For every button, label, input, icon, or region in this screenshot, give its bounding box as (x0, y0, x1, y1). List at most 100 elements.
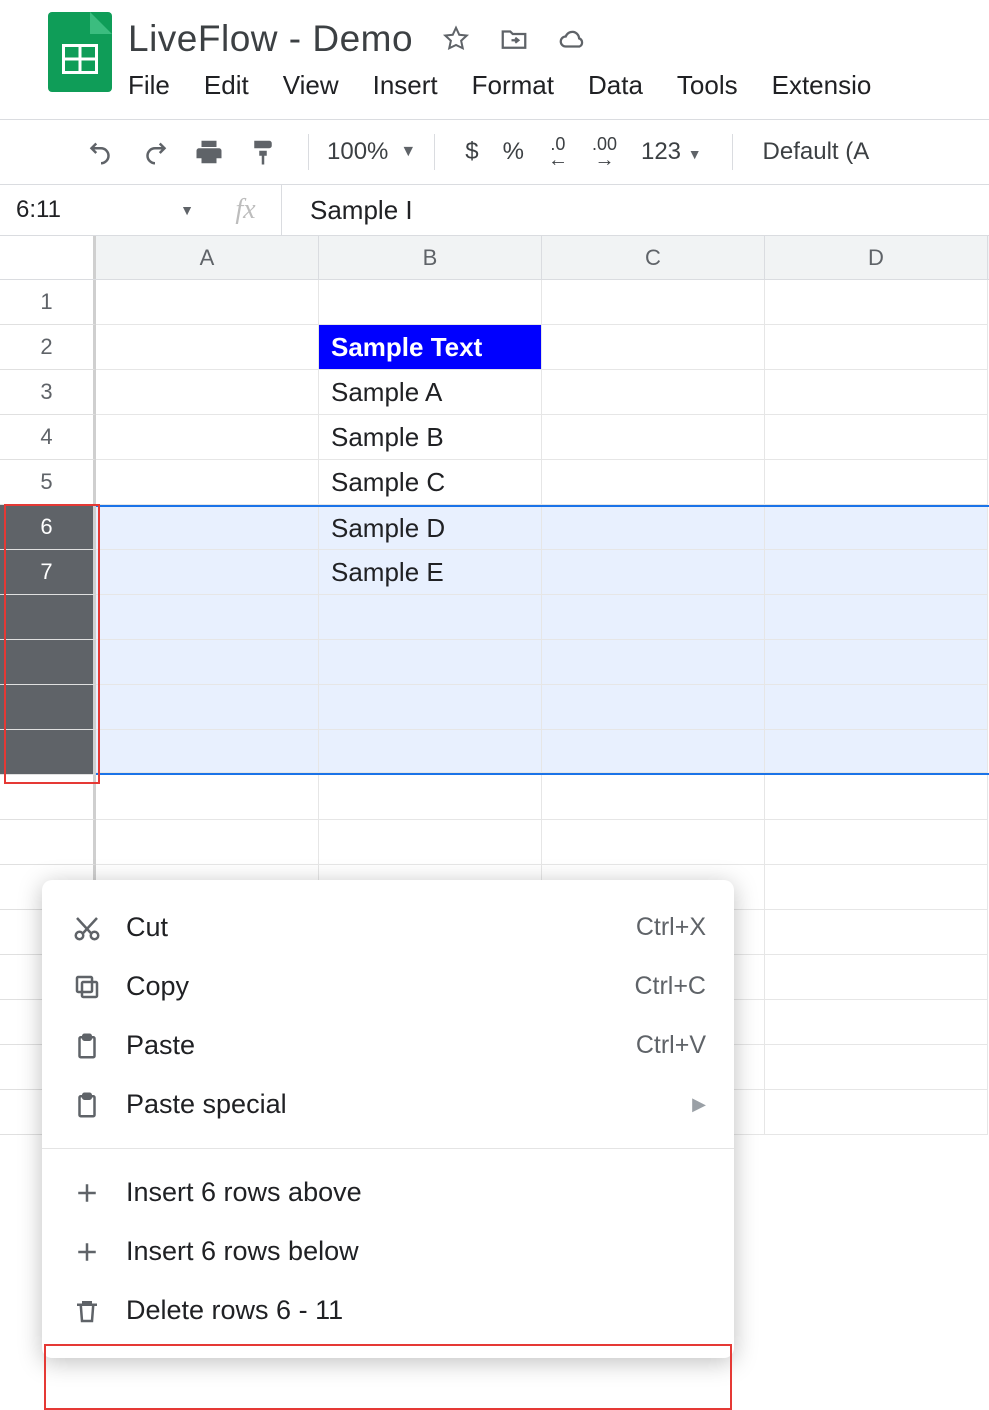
cell[interactable] (765, 1045, 988, 1090)
cell[interactable] (542, 415, 765, 460)
cell[interactable] (542, 280, 765, 325)
cell[interactable] (765, 1090, 988, 1135)
row-header[interactable]: 6 (0, 505, 96, 550)
cell[interactable] (765, 507, 988, 550)
cell[interactable] (765, 865, 988, 910)
cell[interactable] (765, 550, 988, 595)
row-header[interactable] (0, 685, 96, 730)
cell[interactable]: Sample D (319, 507, 542, 550)
context-menu-insert-below[interactable]: Insert 6 rows below (42, 1222, 734, 1281)
cell[interactable] (96, 460, 319, 505)
cell[interactable] (765, 730, 988, 773)
menu-edit[interactable]: Edit (204, 70, 249, 101)
cell[interactable] (319, 640, 542, 685)
cell[interactable]: Sample A (319, 370, 542, 415)
print-button[interactable] (182, 137, 236, 167)
cell[interactable] (542, 325, 765, 370)
row-header[interactable]: 5 (0, 460, 96, 505)
cell[interactable] (765, 910, 988, 955)
context-menu-insert-above[interactable]: Insert 6 rows above (42, 1163, 734, 1222)
cell[interactable] (765, 640, 988, 685)
cell[interactable] (542, 460, 765, 505)
cell[interactable] (319, 775, 542, 820)
column-header-a[interactable]: A (96, 236, 319, 279)
column-header-d[interactable]: D (765, 236, 988, 279)
cell[interactable] (542, 820, 765, 865)
cell[interactable] (96, 640, 319, 685)
name-box[interactable]: 6:11▼ (0, 196, 210, 224)
increase-decimal-button[interactable]: .00→ (580, 137, 629, 167)
cell[interactable] (765, 775, 988, 820)
row-header[interactable]: 1 (0, 280, 96, 325)
context-menu-copy[interactable]: Copy Ctrl+C (42, 957, 734, 1016)
cell[interactable] (542, 730, 765, 773)
number-format-select[interactable]: 123 ▼ (629, 138, 714, 166)
row-header[interactable]: 3 (0, 370, 96, 415)
cell[interactable]: Sample C (319, 460, 542, 505)
row-header[interactable] (0, 775, 96, 820)
cell[interactable] (765, 685, 988, 730)
menu-tools[interactable]: Tools (677, 70, 738, 101)
zoom-select[interactable]: 100%▼ (327, 138, 416, 166)
row-header[interactable]: 4 (0, 415, 96, 460)
context-menu-paste-special[interactable]: Paste special ▶ (42, 1075, 734, 1134)
cell[interactable] (96, 775, 319, 820)
column-header-c[interactable]: C (542, 236, 765, 279)
cell[interactable] (542, 640, 765, 685)
cell[interactable] (319, 685, 542, 730)
context-menu-paste[interactable]: Paste Ctrl+V (42, 1016, 734, 1075)
cloud-status-icon[interactable] (557, 24, 587, 54)
column-header-b[interactable]: B (319, 236, 542, 279)
cell[interactable] (542, 685, 765, 730)
cell[interactable] (96, 685, 319, 730)
spreadsheet-grid[interactable]: A B C D 1 2 Sample Text 3 Sample A 4 Sam… (0, 236, 989, 1213)
cell[interactable] (542, 370, 765, 415)
cell[interactable] (96, 730, 319, 773)
cell[interactable] (765, 820, 988, 865)
format-percent-button[interactable]: % (491, 138, 536, 166)
cell[interactable] (96, 370, 319, 415)
cell[interactable] (765, 955, 988, 1000)
row-header[interactable]: 7 (0, 550, 96, 595)
menu-format[interactable]: Format (472, 70, 554, 101)
formula-bar-input[interactable]: Sample I (282, 195, 413, 226)
font-select[interactable]: Default (A (751, 138, 882, 166)
row-header[interactable] (0, 820, 96, 865)
cell[interactable] (96, 507, 319, 550)
redo-button[interactable] (128, 137, 182, 167)
cell[interactable] (765, 325, 988, 370)
cell[interactable] (542, 507, 765, 550)
cell[interactable] (96, 820, 319, 865)
menu-insert[interactable]: Insert (373, 70, 438, 101)
menu-view[interactable]: View (283, 70, 339, 101)
decrease-decimal-button[interactable]: .0← (536, 137, 580, 167)
cell[interactable] (765, 595, 988, 640)
cell[interactable] (319, 730, 542, 773)
row-header[interactable] (0, 640, 96, 685)
undo-button[interactable] (74, 137, 128, 167)
row-header[interactable] (0, 730, 96, 775)
cell[interactable] (96, 415, 319, 460)
select-all-corner[interactable] (0, 236, 96, 279)
cell[interactable] (96, 280, 319, 325)
cell[interactable] (542, 595, 765, 640)
menu-data[interactable]: Data (588, 70, 643, 101)
menu-file[interactable]: File (128, 70, 170, 101)
cell[interactable] (96, 595, 319, 640)
cell[interactable]: Sample B (319, 415, 542, 460)
cell[interactable]: Sample E (319, 550, 542, 595)
cell[interactable] (96, 550, 319, 595)
paint-format-button[interactable] (236, 137, 290, 167)
cell[interactable] (765, 280, 988, 325)
row-header[interactable] (0, 595, 96, 640)
cell[interactable] (765, 1000, 988, 1045)
context-menu-delete-rows[interactable]: Delete rows 6 - 11 (42, 1281, 734, 1340)
cell[interactable] (319, 595, 542, 640)
cell[interactable]: Sample Text (319, 325, 542, 370)
sheets-logo-icon[interactable] (48, 12, 112, 92)
cell[interactable] (542, 550, 765, 595)
cell[interactable] (765, 415, 988, 460)
row-header[interactable]: 2 (0, 325, 96, 370)
cell[interactable] (319, 280, 542, 325)
cell[interactable] (765, 460, 988, 505)
